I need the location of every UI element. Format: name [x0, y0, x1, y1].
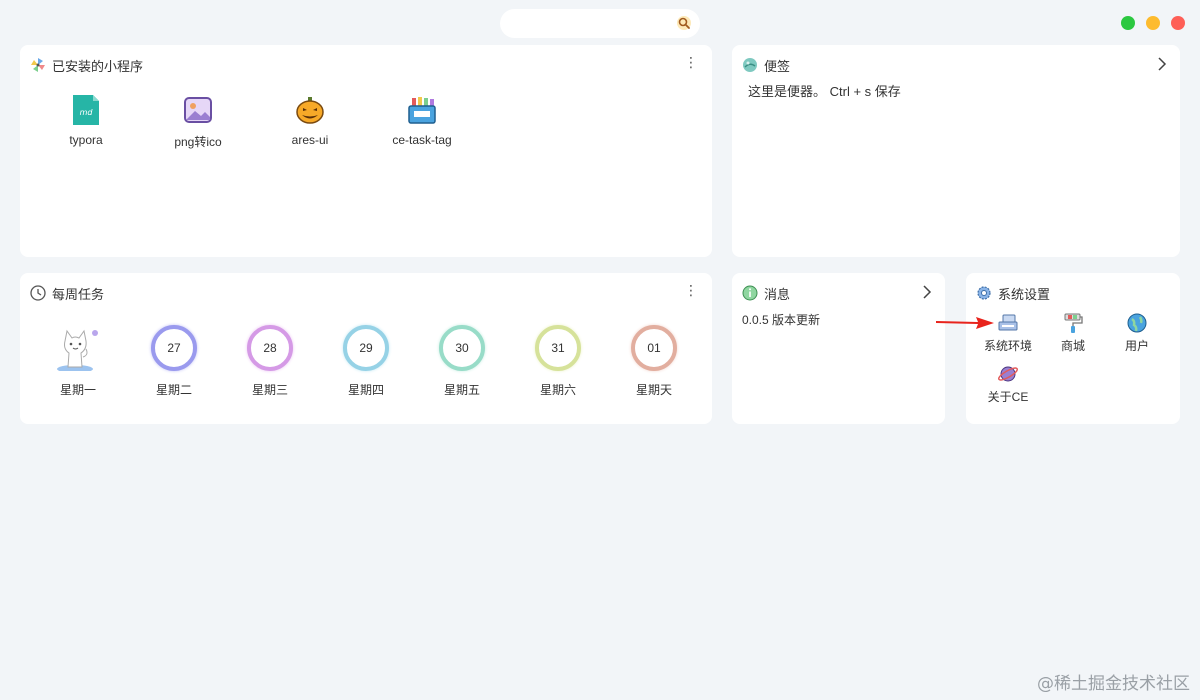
messages-header: 消息 — [742, 283, 935, 303]
date-number: 31 — [551, 341, 565, 355]
day-monday[interactable]: 星期一 — [38, 325, 118, 398]
day-label: 星期三 — [251, 383, 288, 397]
app-png-to-ico[interactable]: png转ico — [143, 95, 253, 150]
date-ring: 28 — [247, 325, 293, 371]
paint-roller-icon — [1064, 313, 1083, 333]
more-menu-icon[interactable]: ⋮ — [684, 283, 698, 297]
date-number: 27 — [167, 341, 181, 355]
day-label: 星期天 — [635, 383, 672, 397]
svg-text:md: md — [80, 108, 94, 117]
app-label: png转ico — [174, 135, 222, 149]
date-ring: 29 — [343, 325, 389, 371]
app-label: typora — [69, 133, 103, 147]
settings-user[interactable]: 用户 — [1107, 312, 1167, 354]
messages-title: 消息 — [764, 286, 791, 302]
gear-icon — [977, 286, 991, 300]
day-label: 星期一 — [59, 383, 96, 397]
notes-title: 便签 — [764, 58, 791, 74]
maximize-button[interactable] — [1121, 16, 1135, 30]
app-ce-task-tag[interactable]: ce-task-tag — [367, 95, 477, 147]
chevron-right-icon[interactable] — [1156, 57, 1168, 71]
date-number: 01 — [647, 341, 661, 355]
date-number: 29 — [359, 341, 373, 355]
date-ring: 30 — [439, 325, 485, 371]
settings-card: 系统设置 系统环境 商城 用户 关于CE — [966, 273, 1180, 424]
pumpkin-icon — [296, 97, 324, 124]
cat-avatar-icon — [57, 329, 98, 371]
weekly-tasks-header: 每周任务 ⋮ — [30, 283, 702, 303]
date-number: 28 — [263, 341, 277, 355]
close-button[interactable] — [1171, 16, 1185, 30]
day-friday[interactable]: 30 星期五 — [422, 325, 502, 398]
computer-icon — [998, 314, 1018, 331]
settings-label: 用户 — [1124, 339, 1149, 353]
day-wednesday[interactable]: 28 星期三 — [230, 325, 310, 398]
more-menu-icon[interactable]: ⋮ — [684, 55, 698, 69]
minimize-button[interactable] — [1146, 16, 1160, 30]
crayon-box-icon — [408, 97, 436, 124]
weekly-tasks-title: 每周任务 — [52, 286, 105, 302]
red-arrow-annotation — [936, 317, 994, 329]
app-label: ares-ui — [291, 133, 329, 147]
day-label: 星期五 — [443, 383, 480, 397]
day-label: 星期六 — [539, 383, 576, 397]
pinwheel-icon — [31, 58, 45, 72]
day-label: 星期四 — [347, 383, 384, 397]
note-content[interactable]: 这里是便器。 Ctrl + s 保存 — [748, 81, 901, 100]
date-ring: 01 — [631, 325, 677, 371]
settings-title: 系统设置 — [998, 286, 1051, 302]
day-label: 星期二 — [155, 383, 192, 397]
date-ring: 31 — [535, 325, 581, 371]
installed-apps-title: 已安装的小程序 — [52, 58, 144, 74]
messages-card: 消息 0.0.5 版本更新 — [732, 273, 945, 424]
day-tuesday[interactable]: 27 星期二 — [134, 325, 214, 398]
markdown-file-icon: md — [73, 95, 99, 125]
image-icon — [184, 97, 212, 123]
message-item[interactable]: 0.0.5 版本更新 — [742, 311, 820, 328]
date-number: 30 — [455, 341, 469, 355]
watermark: @稀土掘金技术社区 — [1037, 674, 1190, 694]
search-bar[interactable] — [500, 9, 700, 38]
day-sunday[interactable]: 01 星期天 — [614, 325, 694, 398]
globe-icon — [1127, 313, 1147, 333]
note-ball-icon — [743, 58, 757, 72]
info-icon — [742, 285, 758, 301]
day-thursday[interactable]: 29 星期四 — [326, 325, 406, 398]
clock-icon — [30, 285, 46, 301]
settings-about[interactable]: 关于CE — [978, 363, 1038, 405]
installed-apps-header: 已安装的小程序 ⋮ — [30, 55, 702, 75]
chevron-right-icon[interactable] — [921, 285, 933, 299]
app-label: ce-task-tag — [392, 133, 452, 147]
weekly-tasks-card: 每周任务 ⋮ 星期一 27 星期二 28 星期三 29 星期四 30 星期五 3… — [20, 273, 712, 424]
day-saturday[interactable]: 31 星期六 — [518, 325, 598, 398]
settings-header: 系统设置 — [976, 283, 1170, 303]
settings-label: 系统环境 — [983, 339, 1032, 353]
settings-store[interactable]: 商城 — [1043, 312, 1103, 354]
search-icon[interactable] — [676, 15, 692, 31]
settings-label: 关于CE — [987, 390, 1029, 404]
notes-card: 便签 这里是便器。 Ctrl + s 保存 — [732, 45, 1180, 257]
planet-icon — [998, 366, 1018, 382]
app-ares-ui[interactable]: ares-ui — [255, 95, 365, 147]
date-ring: 27 — [151, 325, 197, 371]
settings-label: 商城 — [1060, 339, 1085, 353]
installed-apps-card: 已安装的小程序 ⋮ md typora png转ico ares-ui ce-t… — [20, 45, 712, 257]
notes-header: 便签 — [742, 55, 1170, 75]
app-typora[interactable]: md typora — [31, 95, 141, 147]
